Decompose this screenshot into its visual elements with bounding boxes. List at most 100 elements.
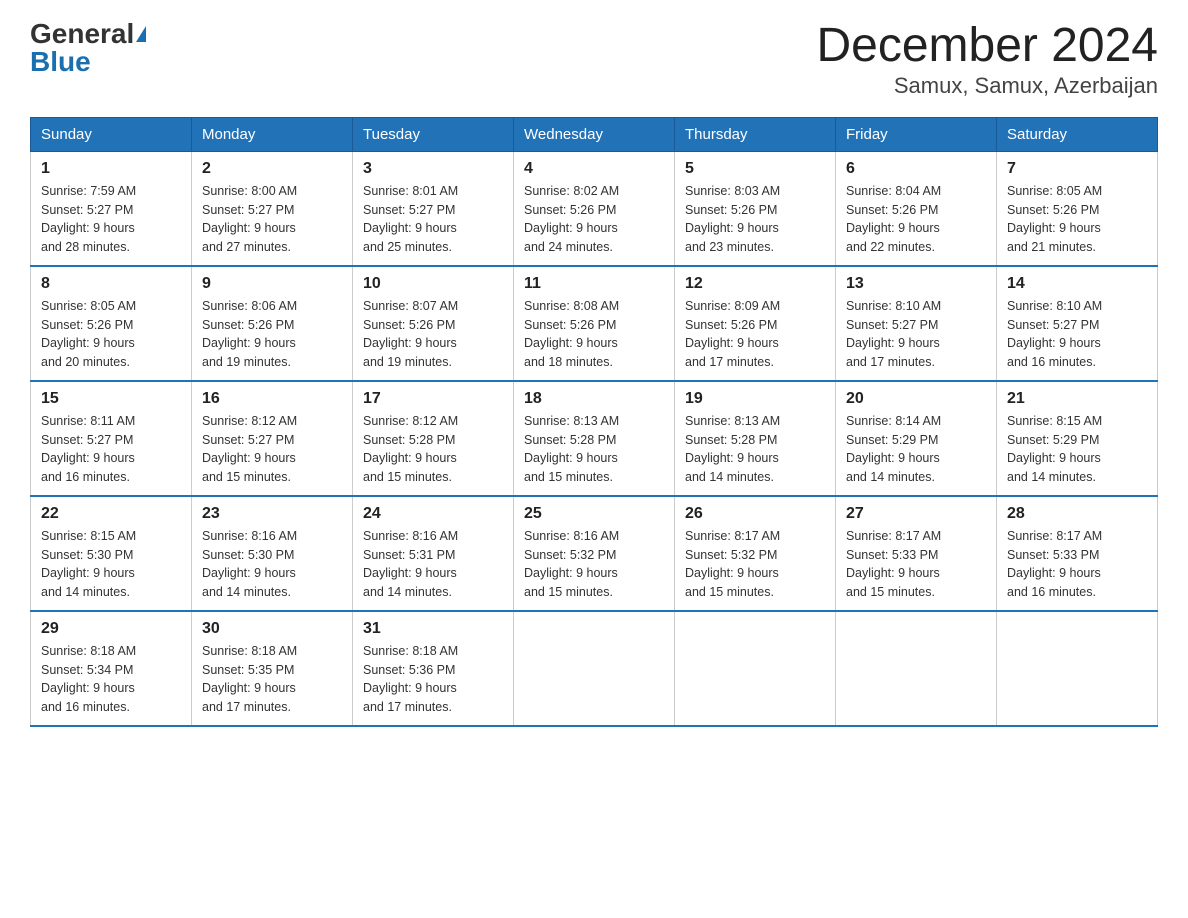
calendar-header-tuesday: Tuesday: [353, 117, 514, 151]
calendar-cell: 3 Sunrise: 8:01 AMSunset: 5:27 PMDayligh…: [353, 151, 514, 266]
calendar-cell: 4 Sunrise: 8:02 AMSunset: 5:26 PMDayligh…: [514, 151, 675, 266]
day-info: Sunrise: 8:17 AMSunset: 5:33 PMDaylight:…: [846, 529, 941, 599]
page-subtitle: Samux, Samux, Azerbaijan: [816, 73, 1158, 99]
day-info: Sunrise: 8:10 AMSunset: 5:27 PMDaylight:…: [846, 299, 941, 369]
calendar-cell: 21 Sunrise: 8:15 AMSunset: 5:29 PMDaylig…: [997, 381, 1158, 496]
calendar-cell: 25 Sunrise: 8:16 AMSunset: 5:32 PMDaylig…: [514, 496, 675, 611]
day-number: 17: [363, 390, 503, 408]
title-block: December 2024 Samux, Samux, Azerbaijan: [816, 20, 1158, 99]
day-number: 25: [524, 505, 664, 523]
day-number: 7: [1007, 160, 1147, 178]
day-number: 12: [685, 275, 825, 293]
calendar-cell: 5 Sunrise: 8:03 AMSunset: 5:26 PMDayligh…: [675, 151, 836, 266]
calendar-cell: 19 Sunrise: 8:13 AMSunset: 5:28 PMDaylig…: [675, 381, 836, 496]
day-info: Sunrise: 8:15 AMSunset: 5:30 PMDaylight:…: [41, 529, 136, 599]
day-info: Sunrise: 8:14 AMSunset: 5:29 PMDaylight:…: [846, 414, 941, 484]
calendar-header-saturday: Saturday: [997, 117, 1158, 151]
calendar-week-2: 8 Sunrise: 8:05 AMSunset: 5:26 PMDayligh…: [31, 266, 1158, 381]
calendar-cell: 31 Sunrise: 8:18 AMSunset: 5:36 PMDaylig…: [353, 611, 514, 726]
day-number: 9: [202, 275, 342, 293]
day-info: Sunrise: 8:18 AMSunset: 5:34 PMDaylight:…: [41, 644, 136, 714]
calendar-cell: 22 Sunrise: 8:15 AMSunset: 5:30 PMDaylig…: [31, 496, 192, 611]
calendar-cell: 28 Sunrise: 8:17 AMSunset: 5:33 PMDaylig…: [997, 496, 1158, 611]
calendar-header-monday: Monday: [192, 117, 353, 151]
page-title: December 2024: [816, 20, 1158, 73]
calendar-cell: 20 Sunrise: 8:14 AMSunset: 5:29 PMDaylig…: [836, 381, 997, 496]
logo: General Blue: [30, 20, 146, 76]
calendar-cell: 30 Sunrise: 8:18 AMSunset: 5:35 PMDaylig…: [192, 611, 353, 726]
day-info: Sunrise: 8:02 AMSunset: 5:26 PMDaylight:…: [524, 184, 619, 254]
calendar-cell: 15 Sunrise: 8:11 AMSunset: 5:27 PMDaylig…: [31, 381, 192, 496]
calendar-header-wednesday: Wednesday: [514, 117, 675, 151]
calendar-header-friday: Friday: [836, 117, 997, 151]
calendar-cell: 7 Sunrise: 8:05 AMSunset: 5:26 PMDayligh…: [997, 151, 1158, 266]
day-info: Sunrise: 8:13 AMSunset: 5:28 PMDaylight:…: [685, 414, 780, 484]
calendar-cell: 16 Sunrise: 8:12 AMSunset: 5:27 PMDaylig…: [192, 381, 353, 496]
day-number: 23: [202, 505, 342, 523]
calendar-cell: 2 Sunrise: 8:00 AMSunset: 5:27 PMDayligh…: [192, 151, 353, 266]
day-info: Sunrise: 8:11 AMSunset: 5:27 PMDaylight:…: [41, 414, 135, 484]
day-info: Sunrise: 8:10 AMSunset: 5:27 PMDaylight:…: [1007, 299, 1102, 369]
day-info: Sunrise: 8:03 AMSunset: 5:26 PMDaylight:…: [685, 184, 780, 254]
day-info: Sunrise: 8:05 AMSunset: 5:26 PMDaylight:…: [1007, 184, 1102, 254]
calendar-cell: [675, 611, 836, 726]
logo-blue-text: Blue: [30, 46, 91, 77]
calendar-week-3: 15 Sunrise: 8:11 AMSunset: 5:27 PMDaylig…: [31, 381, 1158, 496]
day-number: 1: [41, 160, 181, 178]
calendar-header-thursday: Thursday: [675, 117, 836, 151]
day-info: Sunrise: 7:59 AMSunset: 5:27 PMDaylight:…: [41, 184, 136, 254]
calendar-header-sunday: Sunday: [31, 117, 192, 151]
day-number: 6: [846, 160, 986, 178]
day-info: Sunrise: 8:04 AMSunset: 5:26 PMDaylight:…: [846, 184, 941, 254]
day-info: Sunrise: 8:09 AMSunset: 5:26 PMDaylight:…: [685, 299, 780, 369]
day-number: 26: [685, 505, 825, 523]
day-number: 28: [1007, 505, 1147, 523]
day-number: 14: [1007, 275, 1147, 293]
calendar-cell: 27 Sunrise: 8:17 AMSunset: 5:33 PMDaylig…: [836, 496, 997, 611]
day-number: 18: [524, 390, 664, 408]
calendar-week-1: 1 Sunrise: 7:59 AMSunset: 5:27 PMDayligh…: [31, 151, 1158, 266]
day-number: 10: [363, 275, 503, 293]
day-number: 16: [202, 390, 342, 408]
day-info: Sunrise: 8:06 AMSunset: 5:26 PMDaylight:…: [202, 299, 297, 369]
calendar-cell: 24 Sunrise: 8:16 AMSunset: 5:31 PMDaylig…: [353, 496, 514, 611]
day-number: 27: [846, 505, 986, 523]
calendar-week-4: 22 Sunrise: 8:15 AMSunset: 5:30 PMDaylig…: [31, 496, 1158, 611]
logo-triangle-icon: [136, 26, 146, 42]
day-number: 20: [846, 390, 986, 408]
logo-general-text: General: [30, 20, 134, 48]
day-number: 13: [846, 275, 986, 293]
day-info: Sunrise: 8:00 AMSunset: 5:27 PMDaylight:…: [202, 184, 297, 254]
day-info: Sunrise: 8:12 AMSunset: 5:27 PMDaylight:…: [202, 414, 297, 484]
calendar-week-5: 29 Sunrise: 8:18 AMSunset: 5:34 PMDaylig…: [31, 611, 1158, 726]
calendar-cell: 10 Sunrise: 8:07 AMSunset: 5:26 PMDaylig…: [353, 266, 514, 381]
day-number: 4: [524, 160, 664, 178]
calendar-cell: [514, 611, 675, 726]
day-info: Sunrise: 8:12 AMSunset: 5:28 PMDaylight:…: [363, 414, 458, 484]
day-info: Sunrise: 8:16 AMSunset: 5:31 PMDaylight:…: [363, 529, 458, 599]
day-number: 22: [41, 505, 181, 523]
day-number: 11: [524, 275, 664, 293]
day-number: 29: [41, 620, 181, 638]
day-number: 8: [41, 275, 181, 293]
day-info: Sunrise: 8:07 AMSunset: 5:26 PMDaylight:…: [363, 299, 458, 369]
calendar-cell: 1 Sunrise: 7:59 AMSunset: 5:27 PMDayligh…: [31, 151, 192, 266]
day-info: Sunrise: 8:18 AMSunset: 5:36 PMDaylight:…: [363, 644, 458, 714]
calendar-cell: 9 Sunrise: 8:06 AMSunset: 5:26 PMDayligh…: [192, 266, 353, 381]
day-number: 19: [685, 390, 825, 408]
day-number: 3: [363, 160, 503, 178]
calendar-cell: 23 Sunrise: 8:16 AMSunset: 5:30 PMDaylig…: [192, 496, 353, 611]
day-number: 21: [1007, 390, 1147, 408]
calendar-cell: 8 Sunrise: 8:05 AMSunset: 5:26 PMDayligh…: [31, 266, 192, 381]
calendar-cell: [836, 611, 997, 726]
calendar-cell: [997, 611, 1158, 726]
day-number: 24: [363, 505, 503, 523]
calendar-table: SundayMondayTuesdayWednesdayThursdayFrid…: [30, 117, 1158, 727]
calendar-cell: 13 Sunrise: 8:10 AMSunset: 5:27 PMDaylig…: [836, 266, 997, 381]
day-info: Sunrise: 8:05 AMSunset: 5:26 PMDaylight:…: [41, 299, 136, 369]
calendar-cell: 26 Sunrise: 8:17 AMSunset: 5:32 PMDaylig…: [675, 496, 836, 611]
day-info: Sunrise: 8:16 AMSunset: 5:30 PMDaylight:…: [202, 529, 297, 599]
day-number: 15: [41, 390, 181, 408]
calendar-cell: 17 Sunrise: 8:12 AMSunset: 5:28 PMDaylig…: [353, 381, 514, 496]
day-info: Sunrise: 8:15 AMSunset: 5:29 PMDaylight:…: [1007, 414, 1102, 484]
